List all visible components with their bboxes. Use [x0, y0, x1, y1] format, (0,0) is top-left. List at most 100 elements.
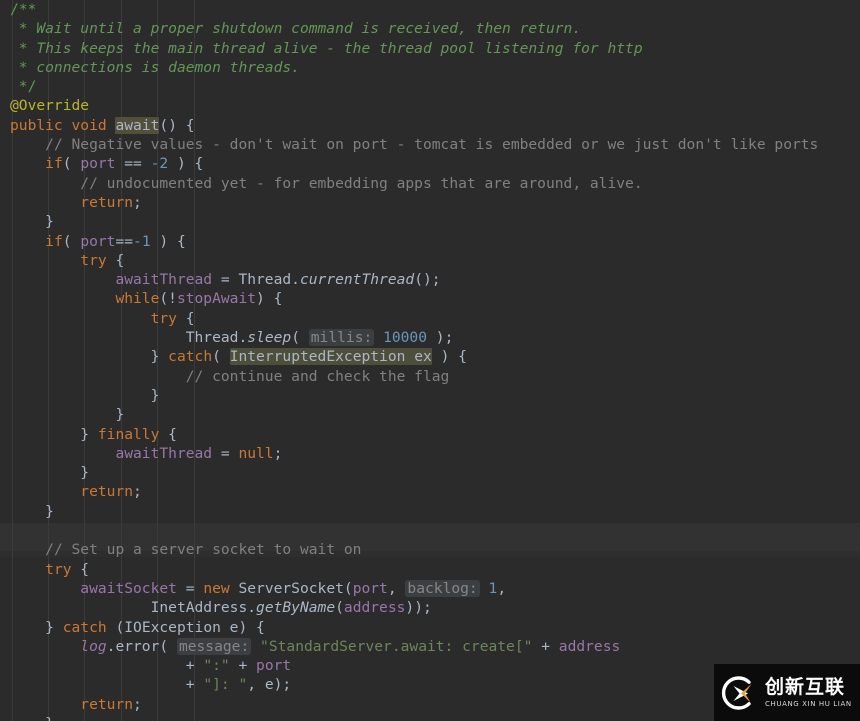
code-token: ); — [427, 329, 454, 347]
code-line[interactable]: * connections is daemon threads. — [0, 58, 860, 77]
code-line[interactable]: // Set up a server socket to wait on — [0, 540, 860, 559]
code-line[interactable]: if( port == -2 ) { — [0, 154, 860, 173]
code-line[interactable]: log.error( message: "StandardServer.awai… — [0, 637, 860, 656]
watermark-pinyin-label: CHUANG XIN HU LIAN — [765, 699, 852, 708]
code-line[interactable]: } catch( InterruptedException ex ) { — [0, 347, 860, 366]
code-line[interactable]: } finally { — [0, 425, 860, 444]
code-token: { — [106, 251, 125, 269]
code-line[interactable]: try { — [0, 560, 860, 579]
code-token: ; — [273, 444, 283, 462]
code-comment: // Negative values - don't wait on port … — [45, 136, 819, 154]
code-line[interactable]: if( port==-1 ) { — [0, 232, 860, 251]
code-line[interactable]: // continue and check the flag — [0, 367, 860, 386]
code-line[interactable]: } — [0, 463, 860, 482]
code-token: = — [176, 579, 204, 597]
code-line[interactable]: // Negative values - don't wait on port … — [0, 135, 860, 154]
code-token: ( — [212, 348, 230, 366]
code-comment: * — [10, 39, 37, 57]
code-token: } — [45, 618, 63, 636]
code-comment: // Set up a server socket to wait on — [45, 541, 362, 559]
code-token: ( — [62, 232, 81, 250]
code-token: = — [212, 444, 239, 462]
code-line[interactable]: Thread.sleep( millis: 10000 ); — [0, 328, 860, 347]
string-literal: ":" — [203, 657, 230, 675]
code-token: (! — [159, 290, 177, 308]
annotation-token: @Override — [10, 97, 90, 115]
watermark-overlay: 创新互联 CHUANG XIN HU LIAN — [714, 664, 860, 721]
code-line[interactable]: * Wait until a proper shutdown command i… — [0, 19, 860, 38]
code-token: awaitSocket — [80, 579, 177, 597]
code-token: ; — [133, 695, 142, 713]
code-line[interactable]: // undocumented yet - for embedding apps… — [0, 174, 860, 193]
code-token: port — [256, 657, 292, 675]
keyword-token: try — [45, 560, 72, 578]
number-literal: 1 — [488, 579, 498, 597]
keyword-token: return — [80, 193, 134, 211]
code-line[interactable]: awaitThread = null; — [0, 444, 860, 463]
keyword-token: return — [80, 695, 134, 713]
code-token: == — [115, 155, 151, 173]
parameter-hint: message: — [176, 637, 252, 655]
code-token: InetAddress. — [80, 599, 257, 617]
code-comment: Wait until a proper shutdown command is … — [36, 20, 582, 38]
code-token: address — [343, 599, 406, 617]
code-line[interactable]: try { — [0, 309, 860, 328]
code-line[interactable] — [0, 521, 860, 540]
code-line[interactable]: public void await() { — [0, 116, 860, 135]
code-line[interactable]: @Override — [0, 96, 860, 115]
code-line[interactable]: try { — [0, 251, 860, 270]
code-editor-view[interactable]: /** * Wait until a proper shutdown comma… — [0, 0, 860, 721]
code-comment: */ — [10, 78, 37, 96]
code-line[interactable]: * This keeps the main thread alive - the… — [0, 39, 860, 58]
code-token: ) { — [431, 348, 467, 366]
code-line[interactable]: awaitSocket = new ServerSocket(port, bac… — [0, 579, 860, 598]
code-token: } — [45, 715, 54, 721]
code-comment: * — [10, 58, 37, 76]
code-token: == — [115, 232, 134, 250]
code-line[interactable]: InetAddress.getByName(address)); — [0, 598, 860, 617]
code-content[interactable]: /** * Wait until a proper shutdown comma… — [0, 0, 860, 721]
code-line[interactable]: } — [0, 502, 860, 521]
code-line[interactable]: /** — [0, 0, 860, 19]
keyword-token: if — [45, 155, 63, 173]
code-line[interactable]: } catch (IOException e) { — [0, 618, 860, 637]
number-literal: -2 — [150, 155, 169, 173]
code-line[interactable]: } — [0, 212, 860, 231]
code-line[interactable]: } — [0, 386, 860, 405]
parameter-hint: backlog: — [405, 579, 480, 597]
code-token: ) { — [256, 290, 283, 308]
keyword-token: return — [80, 483, 134, 501]
code-token: { — [176, 309, 195, 327]
code-token: ( — [62, 155, 81, 173]
code-token: Thread. — [185, 329, 248, 347]
code-line[interactable]: awaitThread = Thread.currentThread(); — [0, 270, 860, 289]
code-token: sleep — [247, 329, 292, 347]
parameter-hint: millis: — [308, 329, 375, 347]
code-line[interactable]: */ — [0, 77, 860, 96]
code-token: address — [558, 637, 621, 655]
code-line[interactable]: return; — [0, 193, 860, 212]
keyword-token: catch — [62, 618, 107, 636]
code-token: } — [45, 502, 54, 520]
code-token: } — [45, 213, 54, 231]
code-line[interactable]: return; — [0, 482, 860, 501]
keyword-token: public — [10, 116, 63, 134]
code-line[interactable]: } — [0, 405, 860, 424]
code-line[interactable]: while(!stopAwait) { — [0, 289, 860, 308]
